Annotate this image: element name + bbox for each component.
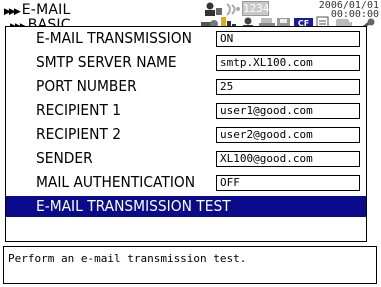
setting-row-mail-authentication[interactable]: MAIL AUTHENTICATION OFF [6, 171, 366, 195]
setting-row-recipient-2[interactable]: RECIPIENT 2 user2@good.com [6, 123, 366, 147]
setting-row-smtp-server[interactable]: SMTP SERVER NAME smtp.XL100.com [6, 51, 366, 75]
setting-label: RECIPIENT 1 [36, 101, 122, 119]
setting-row-sender[interactable]: SENDER XL100@good.com [6, 147, 366, 171]
setting-label: SENDER [36, 149, 93, 167]
breadcrumb-email: E-MAIL [21, 2, 71, 18]
help-text: Perform an e-mail transmission test. [8, 252, 247, 265]
setting-value-port-number[interactable]: 25 [216, 79, 360, 95]
action-label: E-MAIL TRANSMISSION TEST [36, 197, 231, 215]
setting-row-port-number[interactable]: PORT NUMBER 25 [6, 75, 366, 99]
triple-arrow-icon: ▶▶▶ [4, 7, 21, 17]
settings-panel: E-MAIL TRANSMISSION ON SMTP SERVER NAME … [5, 26, 367, 242]
email-transmission-test-button[interactable]: E-MAIL TRANSMISSION TEST [6, 196, 366, 217]
setting-label: MAIL AUTHENTICATION [36, 173, 196, 191]
setting-value-recipient-1[interactable]: user1@good.com [216, 103, 360, 119]
setting-label: RECIPIENT 2 [36, 125, 122, 143]
setting-value-sender[interactable]: XL100@good.com [216, 151, 360, 167]
setting-label: SMTP SERVER NAME [36, 53, 177, 71]
setting-value-smtp-server[interactable]: smtp.XL100.com [216, 55, 360, 71]
setting-label: PORT NUMBER [36, 77, 137, 95]
setting-row-recipient-1[interactable]: RECIPIENT 1 user1@good.com [6, 99, 366, 123]
setting-value-mail-authentication[interactable]: OFF [216, 175, 360, 191]
setting-value-email-transmission[interactable]: ON [216, 31, 360, 47]
setting-label: E-MAIL TRANSMISSION [36, 29, 192, 47]
setting-row-email-transmission[interactable]: E-MAIL TRANSMISSION ON [6, 27, 366, 51]
memory-indicator: 1234 [242, 1, 270, 16]
setting-value-recipient-2[interactable]: user2@good.com [216, 127, 360, 143]
help-box: Perform an e-mail transmission test. [3, 246, 377, 284]
